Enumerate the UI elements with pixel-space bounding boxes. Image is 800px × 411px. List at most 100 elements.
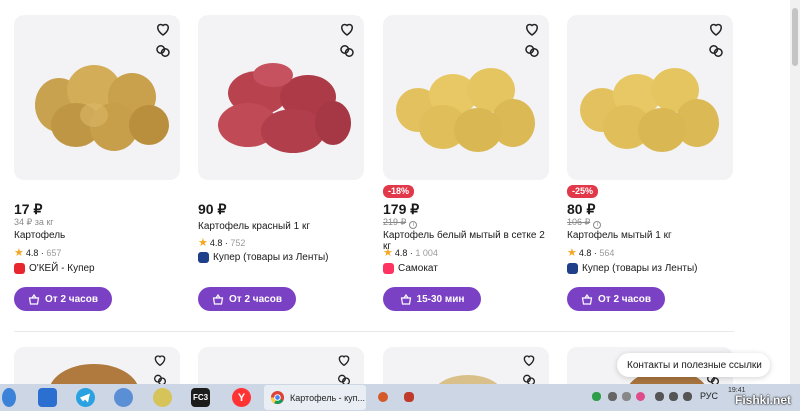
product-card[interactable] [14,347,180,387]
tray-app-icon[interactable] [683,392,692,401]
shop: О'КЕЙ - Купер [14,263,95,274]
compare-icon[interactable] [338,42,356,60]
product-card[interactable]: 17 ₽ 34 ₽ за кг Картофель ★ 4.8 · 657 О'К… [14,0,184,320]
okey-logo-icon [14,263,25,274]
add-to-cart-button[interactable]: От 2 часов [567,287,665,311]
chrome-taskbar-button[interactable]: Картофель - куп... [264,385,366,410]
product-name[interactable]: Картофель мытый 1 кг [567,230,672,241]
star-icon: ★ [383,247,393,259]
tray-app-icon[interactable] [378,392,388,402]
rating: ★ 4.8 · 752 [198,237,246,249]
compare-icon[interactable] [154,42,172,60]
kuper-logo-icon [567,263,578,274]
delivery-time: От 2 часов [229,293,282,305]
delivery-time: От 2 часов [598,293,651,305]
info-icon[interactable]: i [593,221,602,229]
shop-name: Самокат [398,263,438,274]
basket-icon [400,293,411,305]
heart-icon[interactable] [521,352,537,368]
review-count: 564 [599,248,615,258]
old-price-value: 219 ₽ [383,217,407,227]
discount-badge: -25% [567,185,599,198]
row-divider [14,331,734,332]
shop: Купер (товары из Ленты) [567,263,697,274]
info-icon[interactable]: i [409,221,418,229]
fc3-label: FC3 [192,393,209,402]
product-image[interactable] [14,15,180,180]
add-to-cart-button[interactable]: 15-30 мин [383,287,481,311]
tray-app-icon[interactable] [655,392,664,401]
product-card[interactable] [198,347,364,387]
rating-value: 4.8 [25,248,39,258]
unit-price: 34 ₽ за кг [14,217,54,227]
product-card[interactable]: -25% 80 ₽ 106 ₽ i Картофель мытый 1 кг ★ 4… [567,0,737,320]
rating-value: 4.8 [209,238,223,248]
kuper-logo-icon [198,252,209,263]
taskbar: FC3 Y Картофель - куп... РУС 19:41 [0,384,800,411]
tray-app-icon[interactable] [404,392,414,402]
rating-value: 4.8 [578,248,592,258]
product-card[interactable] [383,347,549,387]
rating: ★ 4.8 · 564 [567,247,615,259]
tray-app-icon[interactable] [622,392,631,401]
telegram-icon[interactable] [76,388,95,407]
fc3-app-icon[interactable]: FC3 [191,388,210,407]
scrollbar-thumb[interactable] [792,8,798,66]
heart-icon[interactable] [523,20,541,38]
tray-app-icon[interactable] [669,392,678,401]
drop-app-icon[interactable] [2,388,16,407]
add-to-cart-button[interactable]: От 2 часов [198,287,296,311]
price: 179 ₽ [383,201,420,217]
product-image[interactable] [198,15,364,180]
rating-value: 4.8 [394,248,408,258]
product-name[interactable]: Картофель [14,230,65,241]
product-card[interactable]: 90 ₽ Картофель красный 1 кг ★ 4.8 · 752 К… [198,0,368,320]
price: 17 ₽ [14,201,43,217]
discount-badge: -18% [383,185,415,198]
add-to-cart-button[interactable]: От 2 часов [14,287,112,311]
review-count: 657 [46,248,62,258]
star-icon: ★ [567,247,577,259]
heart-icon[interactable] [152,352,168,368]
compare-icon[interactable] [707,42,725,60]
heart-icon[interactable] [154,20,172,38]
product-name[interactable]: Картофель красный 1 кг [198,221,310,232]
tray-app-icon[interactable] [636,392,645,401]
page-scrollbar[interactable] [790,0,800,384]
basket-icon [28,293,40,305]
game-app-icon[interactable] [114,388,133,407]
heart-icon[interactable] [707,20,725,38]
rating: ★ 4.8 · 1 004 [383,247,438,259]
shop-name: Купер (товары из Ленты) [582,263,698,274]
product-image[interactable] [567,15,733,180]
price: 90 ₽ [198,201,227,217]
contacts-label: Контакты и полезные ссылки [627,359,762,371]
old-price: 219 ₽ i [383,217,418,229]
delivery-time: 15-30 мин [416,293,465,305]
product-image[interactable] [383,15,549,180]
language-indicator[interactable]: РУС [700,391,718,401]
compare-icon[interactable] [523,42,541,60]
star-icon: ★ [14,247,24,259]
network-app-icon[interactable] [38,388,57,407]
contacts-links-button[interactable]: Контакты и полезные ссылки [617,353,770,377]
chrome-icon [270,390,285,405]
shop-name: О'КЕЙ - Купер [29,263,95,274]
basket-icon [581,293,593,305]
active-tab-label: Картофель - куп... [290,392,366,403]
tray-app-icon[interactable] [608,392,617,401]
shop: Самокат [383,263,438,274]
yandex-browser-icon[interactable]: Y [232,388,251,407]
shop-page: 17 ₽ 34 ₽ за кг Картофель ★ 4.8 · 657 О'К… [0,0,800,411]
product-card[interactable]: -18% 179 ₽ 219 ₽ i Картофель белый мытый … [383,0,553,320]
tray-x-icon[interactable] [592,392,601,401]
basket-icon [212,293,224,305]
shop-name: Купер (товары из Ленты) [213,252,329,263]
fallout-app-icon[interactable] [153,388,172,407]
price: 80 ₽ [567,201,596,217]
old-price-value: 106 ₽ [567,217,591,227]
heart-icon[interactable] [336,352,352,368]
review-count: 752 [230,238,246,248]
rating: ★ 4.8 · 657 [14,247,62,259]
heart-icon[interactable] [338,20,356,38]
